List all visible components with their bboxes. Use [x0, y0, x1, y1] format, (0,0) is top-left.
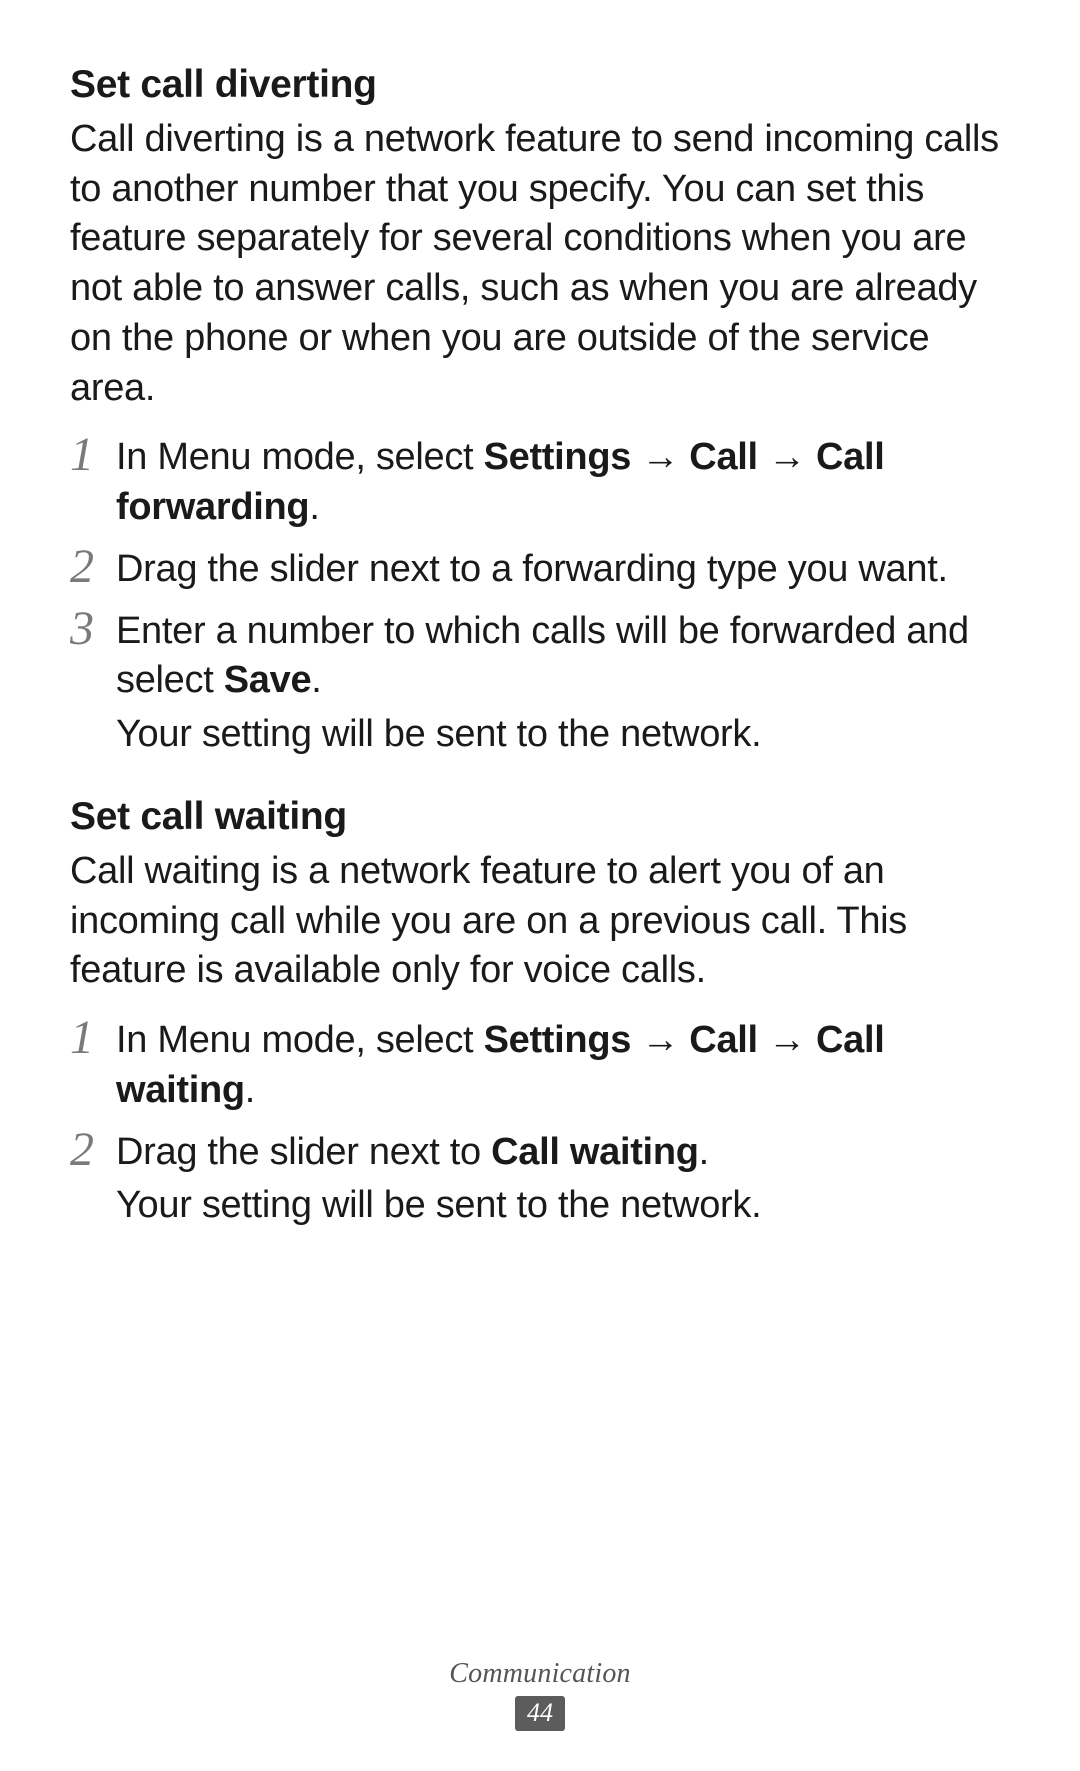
step-number: 2: [70, 1126, 116, 1174]
bold: Call: [689, 436, 758, 478]
text: .: [245, 1069, 255, 1111]
arrow-icon: →: [631, 1019, 689, 1061]
step-body: Enter a number to which calls will be fo…: [116, 605, 1012, 764]
bold: Call waiting: [491, 1131, 699, 1173]
steps-call-waiting: 1 In Menu mode, select Settings → Call →…: [70, 1014, 1012, 1235]
body-call-diverting: Call diverting is a network feature to s…: [70, 115, 1012, 414]
bold: Settings: [484, 1019, 632, 1061]
step-body: Drag the slider next to a forwarding typ…: [116, 543, 1012, 599]
bold: Save: [224, 659, 312, 701]
arrow-icon: →: [631, 436, 689, 478]
arrow-icon: →: [758, 436, 816, 478]
text: .: [309, 486, 319, 528]
step: 1 In Menu mode, select Settings → Call →…: [70, 1014, 1012, 1120]
step-number: 1: [70, 1014, 116, 1062]
step-number: 3: [70, 605, 116, 653]
text: .: [311, 659, 321, 701]
step-body: In Menu mode, select Settings → Call → C…: [116, 431, 1012, 537]
body-call-waiting: Call waiting is a network feature to ale…: [70, 847, 1012, 996]
text: .: [699, 1131, 709, 1173]
text: In Menu mode, select: [116, 436, 484, 478]
arrow-icon: →: [758, 1019, 816, 1061]
page-number-badge: 44: [515, 1696, 565, 1731]
bold: Call: [689, 1019, 758, 1061]
page-footer: Communication 44: [0, 1658, 1080, 1731]
step-body: Drag the slider next to Call waiting. Yo…: [116, 1126, 1012, 1236]
bold: Settings: [484, 436, 632, 478]
step: 2 Drag the slider next to Call waiting. …: [70, 1126, 1012, 1236]
text: In Menu mode, select: [116, 1019, 484, 1061]
footer-section-label: Communication: [0, 1658, 1080, 1690]
heading-call-diverting: Set call diverting: [70, 62, 1012, 109]
step: 2 Drag the slider next to a forwarding t…: [70, 543, 1012, 599]
page: Set call diverting Call diverting is a n…: [0, 0, 1080, 1771]
heading-call-waiting: Set call waiting: [70, 794, 1012, 841]
text: Your setting will be sent to the network…: [116, 710, 1012, 760]
step-number: 2: [70, 543, 116, 591]
step: 3 Enter a number to which calls will be …: [70, 605, 1012, 764]
step-body: In Menu mode, select Settings → Call → C…: [116, 1014, 1012, 1120]
steps-call-diverting: 1 In Menu mode, select Settings → Call →…: [70, 431, 1012, 764]
text: Drag the slider next to: [116, 1131, 491, 1173]
text: Your setting will be sent to the network…: [116, 1181, 1012, 1231]
text: Drag the slider next to a forwarding typ…: [116, 545, 1012, 595]
step-number: 1: [70, 431, 116, 479]
step: 1 In Menu mode, select Settings → Call →…: [70, 431, 1012, 537]
